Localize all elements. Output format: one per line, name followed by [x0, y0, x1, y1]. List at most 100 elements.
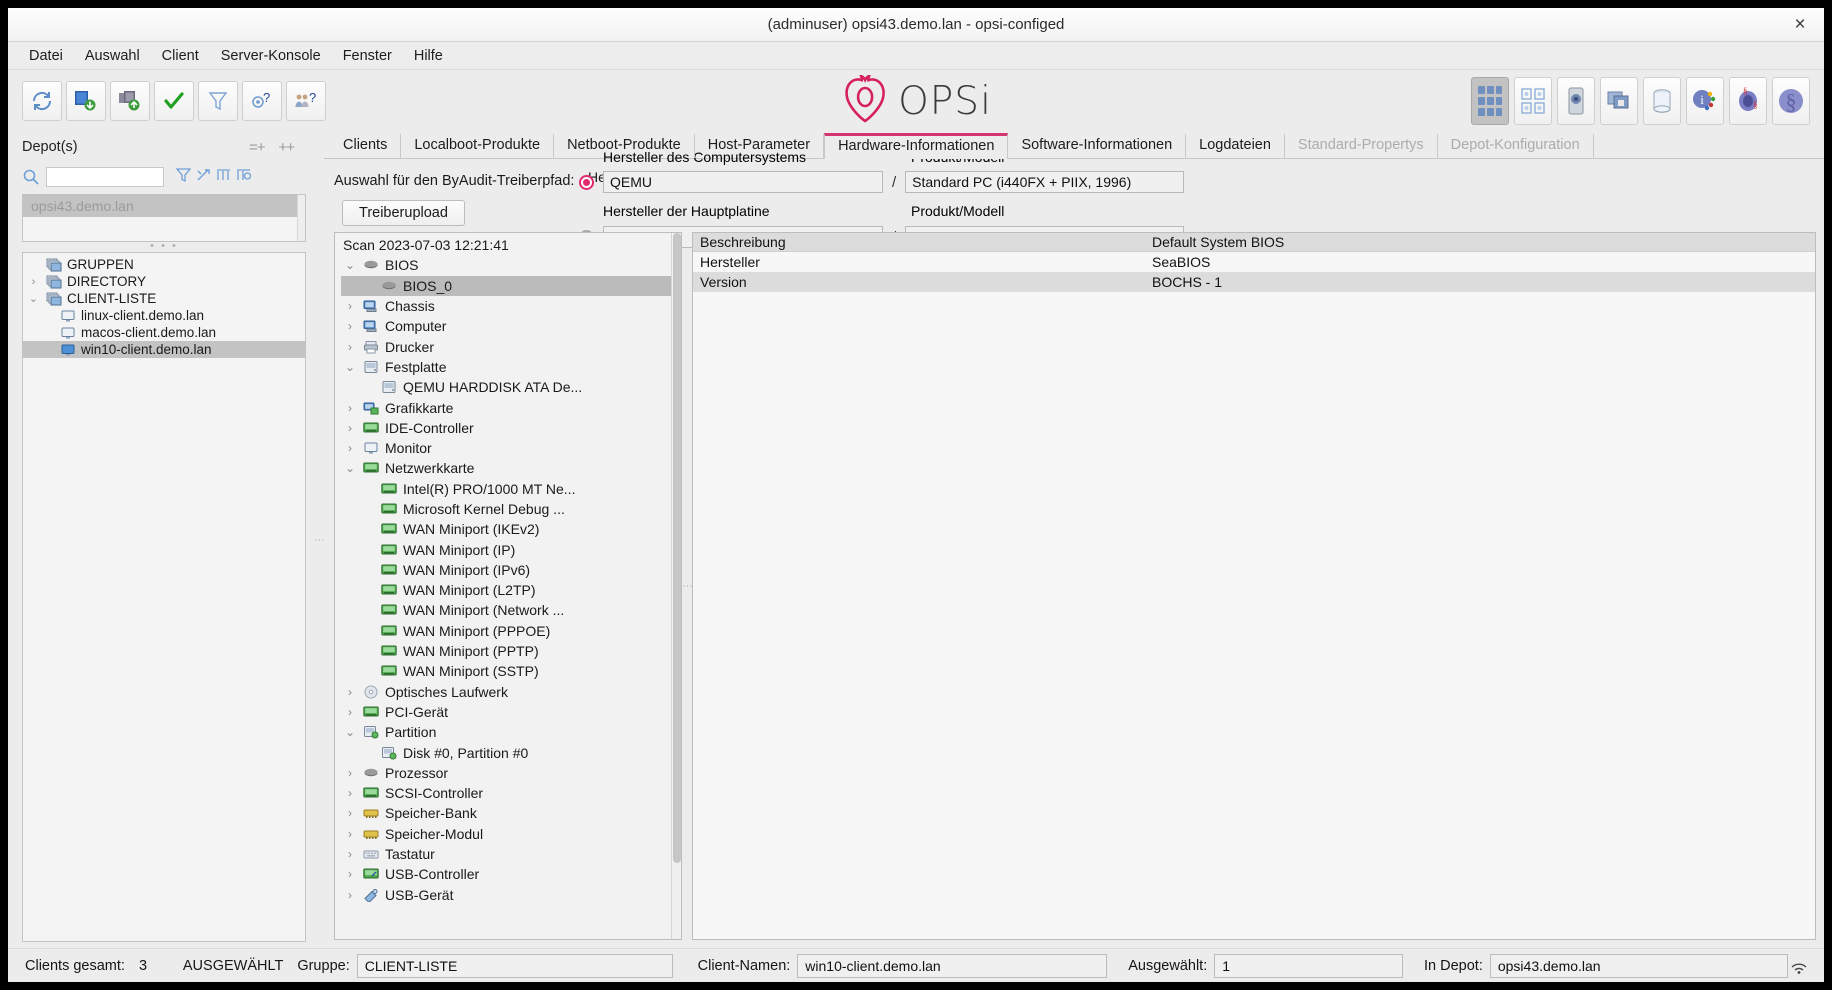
system-vendor-input[interactable]: QEMU [603, 171, 883, 193]
hardware-tree-item[interactable]: › USB-Gerät [341, 885, 681, 905]
client-tree-item[interactable]: macos-client.demo.lan [23, 324, 305, 341]
expand-arrow-icon[interactable]: ⌄ [27, 292, 40, 305]
hardware-tree-item[interactable]: › Speicher-Modul [341, 824, 681, 844]
client-tree-item[interactable]: › DIRECTORY [23, 273, 305, 290]
menu-item-client[interactable]: Client [151, 45, 210, 67]
client-question-button[interactable]: ? [242, 81, 282, 121]
hardware-tree-item[interactable]: › Grafikkarte [341, 397, 681, 417]
hardware-tree-item[interactable]: ⌄ BIOS [341, 255, 681, 275]
hardware-tree-item[interactable]: WAN Miniport (IP) [341, 539, 681, 559]
reset-filter-icon[interactable] [196, 167, 211, 188]
hardware-tree-item[interactable]: WAN Miniport (PPPOE) [341, 621, 681, 641]
paragraph-button[interactable]: § [1772, 77, 1810, 125]
system-model-input[interactable]: Standard PC (i440FX + PIIX, 1996) [905, 171, 1185, 193]
menu-item-server-konsole[interactable]: Server-Konsole [210, 45, 332, 67]
client-names-field[interactable]: win10-client.demo.lan [797, 953, 1108, 978]
hardware-tree-item[interactable]: › Monitor [341, 438, 681, 458]
group-question-button[interactable]: ? [286, 81, 326, 121]
menu-item-auswahl[interactable]: Auswahl [74, 45, 151, 67]
database-button[interactable] [1643, 77, 1681, 125]
reload-button[interactable] [22, 81, 62, 121]
expand-arrow-icon[interactable]: ⌄ [343, 258, 357, 272]
hardware-tree-item[interactable]: › SCSI-Controller [341, 783, 681, 803]
tab-software-informationen[interactable]: Software-Informationen [1008, 134, 1187, 158]
depot-list-item[interactable]: opsi43.demo.lan [23, 195, 305, 217]
tab-netboot-produkte[interactable]: Netboot-Produkte [554, 134, 695, 158]
table-row[interactable]: Hersteller SeaBIOS [693, 252, 1815, 272]
columns-icon[interactable] [216, 167, 231, 188]
hardware-tree-item[interactable]: › Optisches Laufwerk [341, 682, 681, 702]
hardware-tree-item[interactable]: WAN Miniport (PPTP) [341, 641, 681, 661]
add-all-icon[interactable]: ++ [278, 139, 295, 156]
set-equal-icon[interactable]: =+ [249, 139, 266, 156]
search-icon[interactable] [22, 168, 40, 186]
close-icon[interactable]: × [1788, 13, 1812, 37]
license-screen-button[interactable] [1600, 77, 1638, 125]
expand-arrow-icon[interactable]: › [343, 299, 357, 313]
select-icon[interactable] [236, 167, 252, 188]
license-coin-button[interactable]: § § [1729, 77, 1767, 125]
hardware-tree-item[interactable]: WAN Miniport (IKEv2) [341, 519, 681, 539]
depot-scrollbar[interactable] [297, 195, 305, 241]
hardware-tree-item[interactable]: WAN Miniport (Network ... [341, 600, 681, 620]
hardware-tree-item[interactable]: ⌄ Festplatte [341, 357, 681, 377]
depot-device-button[interactable] [1557, 77, 1595, 125]
hardware-tree-item[interactable]: › Drucker [341, 336, 681, 356]
client-tree-item[interactable]: linux-client.demo.lan [23, 307, 305, 324]
radio-system-vendor[interactable] [579, 174, 594, 190]
expand-arrow-icon[interactable]: › [27, 276, 40, 288]
hardware-tree-scrollbar[interactable] [671, 233, 681, 939]
tab-localboot-produkte[interactable]: Localboot-Produkte [401, 134, 555, 158]
expand-arrow-icon[interactable]: ⌄ [343, 725, 357, 739]
filter-button[interactable] [198, 81, 238, 121]
client-tree-item[interactable]: win10-client.demo.lan [23, 341, 305, 358]
hardware-tree-item[interactable]: › Chassis [341, 296, 681, 316]
tab-hardware-informationen[interactable]: Hardware-Informationen [824, 133, 1009, 159]
tab-logdateien[interactable]: Logdateien [1186, 134, 1285, 158]
group-field[interactable]: CLIENT-LISTE [356, 953, 673, 978]
hardware-tree-item[interactable]: WAN Miniport (L2TP) [341, 580, 681, 600]
confirm-button[interactable] [154, 81, 194, 121]
hardware-tree[interactable]: Scan 2023-07-03 12:21:41 ⌄ BIOS BIOS_0 › Chas… [334, 232, 682, 940]
hardware-tree-item[interactable]: Intel(R) PRO/1000 MT Ne... [341, 479, 681, 499]
menu-item-hilfe[interactable]: Hilfe [403, 45, 454, 67]
expand-arrow-icon[interactable]: ⌄ [343, 360, 357, 374]
table-row[interactable]: Version BOCHS - 1 [693, 272, 1815, 292]
product-cards-button[interactable] [1514, 77, 1552, 125]
expand-arrow-icon[interactable]: ⌄ [343, 461, 357, 475]
client-upload-button[interactable] [110, 81, 150, 121]
hardware-splitter[interactable]: ⋮ [682, 232, 693, 940]
hardware-tree-item[interactable]: Microsoft Kernel Debug ... [341, 499, 681, 519]
expand-arrow-icon[interactable]: › [343, 827, 357, 841]
hardware-detail-table[interactable]: Beschreibung Default System BIOS Herstel… [692, 232, 1816, 940]
hardware-tree-item[interactable]: › USB-Controller [341, 864, 681, 884]
expand-arrow-icon[interactable]: › [343, 766, 357, 780]
expand-arrow-icon[interactable]: › [343, 421, 357, 435]
expand-arrow-icon[interactable]: › [343, 441, 357, 455]
hardware-tree-item[interactable]: WAN Miniport (SSTP) [341, 661, 681, 681]
selected-count-field[interactable]: 1 [1214, 953, 1404, 978]
in-depot-field[interactable]: opsi43.demo.lan [1489, 953, 1788, 978]
info-colorful-button[interactable]: i [1686, 77, 1724, 125]
client-download-button[interactable] [66, 81, 106, 121]
expand-arrow-icon[interactable]: › [343, 401, 357, 415]
hardware-tree-item[interactable]: WAN Miniport (IPv6) [341, 560, 681, 580]
client-tree-item[interactable]: ⌄ CLIENT-LISTE [23, 290, 305, 307]
menu-item-fenster[interactable]: Fenster [332, 45, 403, 67]
hardware-tree-item[interactable]: › PCI-Gerät [341, 702, 681, 722]
hardware-tree-item[interactable]: ⌄ Netzwerkkarte [341, 458, 681, 478]
hardware-tree-item[interactable]: ⌄ Partition [341, 722, 681, 742]
expand-arrow-icon[interactable]: › [343, 340, 357, 354]
hardware-tree-item[interactable]: › IDE-Controller [341, 418, 681, 438]
expand-arrow-icon[interactable]: › [343, 319, 357, 333]
depot-list[interactable]: opsi43.demo.lan [22, 194, 306, 242]
hardware-tree-item[interactable]: › Tastatur [341, 844, 681, 864]
sidebar-main-splitter[interactable]: ⋮ [314, 132, 325, 948]
tab-clients[interactable]: Clients [330, 134, 402, 158]
sidebar-splitter[interactable]: • • • [22, 241, 306, 252]
funnel-icon[interactable] [175, 167, 192, 188]
expand-arrow-icon[interactable]: › [343, 806, 357, 820]
clients-grid-button[interactable] [1471, 77, 1509, 125]
driver-upload-button[interactable]: Treiberupload [342, 200, 465, 226]
expand-arrow-icon[interactable]: › [343, 888, 357, 902]
